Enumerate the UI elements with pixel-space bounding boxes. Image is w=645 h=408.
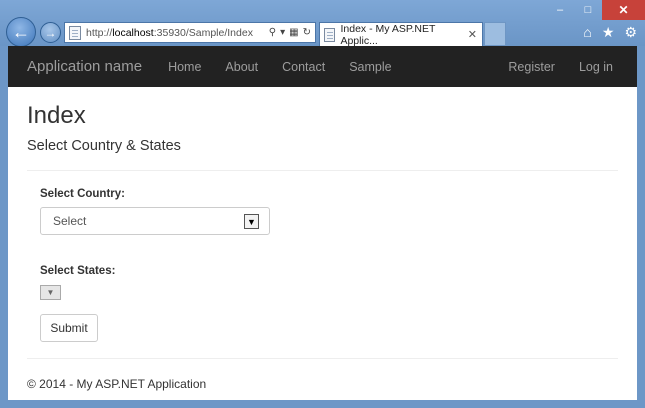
navbar: Application name Home About Contact Samp… xyxy=(8,46,637,87)
footer-divider xyxy=(27,358,618,359)
states-label: Select States: xyxy=(40,265,116,277)
divider xyxy=(27,170,618,171)
register-link[interactable]: Register xyxy=(496,60,567,74)
minimize-button[interactable]: – xyxy=(546,0,574,20)
refresh-icon[interactable]: ↻ xyxy=(303,27,311,38)
submit-button[interactable]: Submit xyxy=(40,314,98,342)
tab-title: Index - My ASP.NET Applic... xyxy=(340,22,436,47)
tab-page-icon xyxy=(324,27,336,42)
home-icon[interactable]: ⌂ xyxy=(583,24,591,41)
star-icon[interactable]: ★ xyxy=(602,24,615,41)
forward-button[interactable]: → xyxy=(40,22,61,43)
country-select[interactable]: Select ▼ xyxy=(40,207,270,235)
page-title: Index xyxy=(27,102,86,129)
url-prefix: http:// xyxy=(86,26,113,39)
selection-form: Select Country: Select ▼ Select States: … xyxy=(27,188,618,342)
window-bottom-frame xyxy=(0,400,645,408)
address-bar-tools: ⚲ ▾ ▦ ↻ xyxy=(269,27,315,38)
chevron-down-icon: ▼ xyxy=(244,214,259,229)
navbar-right: Register Log in xyxy=(496,60,637,74)
states-select[interactable]: ▼ xyxy=(40,285,61,300)
search-icon[interactable]: ⚲ xyxy=(269,27,276,38)
url-path: :35930/Sample/Index xyxy=(153,26,253,39)
chevron-down-icon: ▼ xyxy=(46,288,55,297)
dropdown-arrow-icon[interactable]: ▾ xyxy=(280,27,285,38)
country-selected-value: Select xyxy=(53,214,87,228)
url-host: localhost xyxy=(112,26,154,39)
nav-link-sample[interactable]: Sample xyxy=(337,60,403,74)
maximize-button[interactable]: □ xyxy=(574,0,602,20)
close-icon[interactable]: ✕ xyxy=(468,28,477,41)
new-tab-button[interactable] xyxy=(484,22,506,46)
page-icon xyxy=(69,25,81,40)
browser-toolbar-right: ⌂ ★ ⚙ xyxy=(583,24,637,41)
address-bar[interactable]: http://localhost:35930/Sample/Index ⚲ ▾ … xyxy=(64,22,316,43)
back-button[interactable]: ← xyxy=(6,17,36,47)
country-label: Select Country: xyxy=(40,188,125,200)
login-link[interactable]: Log in xyxy=(567,60,625,74)
close-window-button[interactable]: ✕ xyxy=(602,0,645,20)
page-subtitle: Select Country & States xyxy=(27,138,181,154)
footer-text: © 2014 - My ASP.NET Application xyxy=(27,377,207,391)
window-controls: – □ ✕ xyxy=(546,0,645,20)
nav-link-about[interactable]: About xyxy=(213,60,270,74)
page-viewport: Application name Home About Contact Samp… xyxy=(8,46,637,400)
brand-link[interactable]: Application name xyxy=(27,58,142,75)
nav-link-contact[interactable]: Contact xyxy=(270,60,337,74)
main-container: Index Select Country & States Select Cou… xyxy=(8,101,637,391)
compatibility-view-icon[interactable]: ▦ xyxy=(289,27,298,38)
browser-tab[interactable]: Index - My ASP.NET Applic... ✕ xyxy=(319,22,483,47)
forward-arrow-icon: → xyxy=(44,25,57,40)
back-arrow-icon: ← xyxy=(12,21,30,42)
nav-link-home[interactable]: Home xyxy=(156,60,213,74)
browser-chrome: – □ ✕ ← → http://localhost:35930/Sample/… xyxy=(0,0,645,47)
gear-icon[interactable]: ⚙ xyxy=(624,24,637,41)
